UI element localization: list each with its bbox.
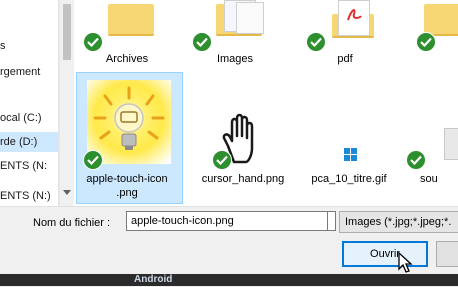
scroll-down-arrow-icon[interactable] xyxy=(63,190,71,195)
file-label: sou xyxy=(420,173,438,185)
cancel-button[interactable] xyxy=(436,241,458,267)
folder-icon xyxy=(424,4,458,36)
file-list: Archives Images pdf apple-touch-icon .pn… xyxy=(74,0,458,206)
sync-check-icon xyxy=(192,32,212,52)
navigation-pane: s rgement ocal (C:) rde (D:) ENTS (N: EN… xyxy=(0,0,59,206)
nav-item[interactable]: s xyxy=(0,36,58,56)
scrollbar-thumb[interactable] xyxy=(63,4,71,60)
sync-check-icon xyxy=(83,150,103,170)
nav-item-label: ocal (C:) xyxy=(0,112,42,124)
filename-input[interactable]: apple-touch-icon.png xyxy=(126,211,328,231)
file-item-partial[interactable] xyxy=(416,0,458,72)
sync-check-icon xyxy=(212,150,232,170)
folder-icon xyxy=(444,128,458,160)
nav-item-drive-n2[interactable]: ENTS (N:) xyxy=(0,186,58,206)
nav-item-label: ENTS (N: xyxy=(0,160,48,172)
open-button[interactable]: Ouvrir xyxy=(342,241,428,267)
mouse-pointer-icon xyxy=(398,251,413,273)
file-label: apple-touch-icon .png xyxy=(86,173,168,199)
gif-file-icon xyxy=(344,148,357,161)
nav-item[interactable]: rgement xyxy=(0,62,58,82)
lightbulb-image-icon xyxy=(87,80,171,164)
sync-check-icon xyxy=(306,32,326,52)
file-item-images[interactable]: Images xyxy=(182,0,288,72)
file-type-filter[interactable]: Images (*.jpg;*.jpeg;*. xyxy=(339,211,458,233)
nav-item-label: rde (D:) xyxy=(0,136,38,148)
filename-dropdown-button[interactable] xyxy=(328,211,336,231)
nav-item-label: s xyxy=(0,40,6,52)
nav-item-drive-d[interactable]: rde (D:) xyxy=(0,132,58,152)
taskbar xyxy=(0,274,458,286)
file-label: Images xyxy=(216,53,254,65)
sync-check-icon xyxy=(416,32,436,52)
file-item-cursor-hand[interactable]: cursor_hand.png xyxy=(190,100,296,200)
file-item-partial-sou[interactable]: sou xyxy=(406,100,458,200)
file-label: pdf xyxy=(337,53,353,65)
nav-item-drive-n[interactable]: ENTS (N: xyxy=(0,156,58,176)
nav-item-label: rgement xyxy=(0,66,41,78)
nav-item-drive-c[interactable]: ocal (C:) xyxy=(0,108,58,128)
file-label: pca_10_titre.gif xyxy=(311,173,387,185)
file-item-pca-titre[interactable]: pca_10_titre.gif xyxy=(296,100,402,200)
pdf-icon xyxy=(347,9,362,21)
filename-label: Nom du fichier : xyxy=(33,217,111,229)
sync-check-icon xyxy=(406,150,426,170)
file-label: cursor_hand.png xyxy=(201,173,285,185)
nav-scrollbar[interactable] xyxy=(59,0,74,206)
file-item-apple-touch-icon[interactable]: apple-touch-icon .png xyxy=(74,0,183,206)
nav-item-label: ENTS (N:) xyxy=(0,190,51,202)
taskbar-item-android[interactable]: Android xyxy=(134,274,172,285)
file-item-pdf[interactable]: pdf xyxy=(302,0,408,72)
folder-preview-page xyxy=(236,2,264,34)
